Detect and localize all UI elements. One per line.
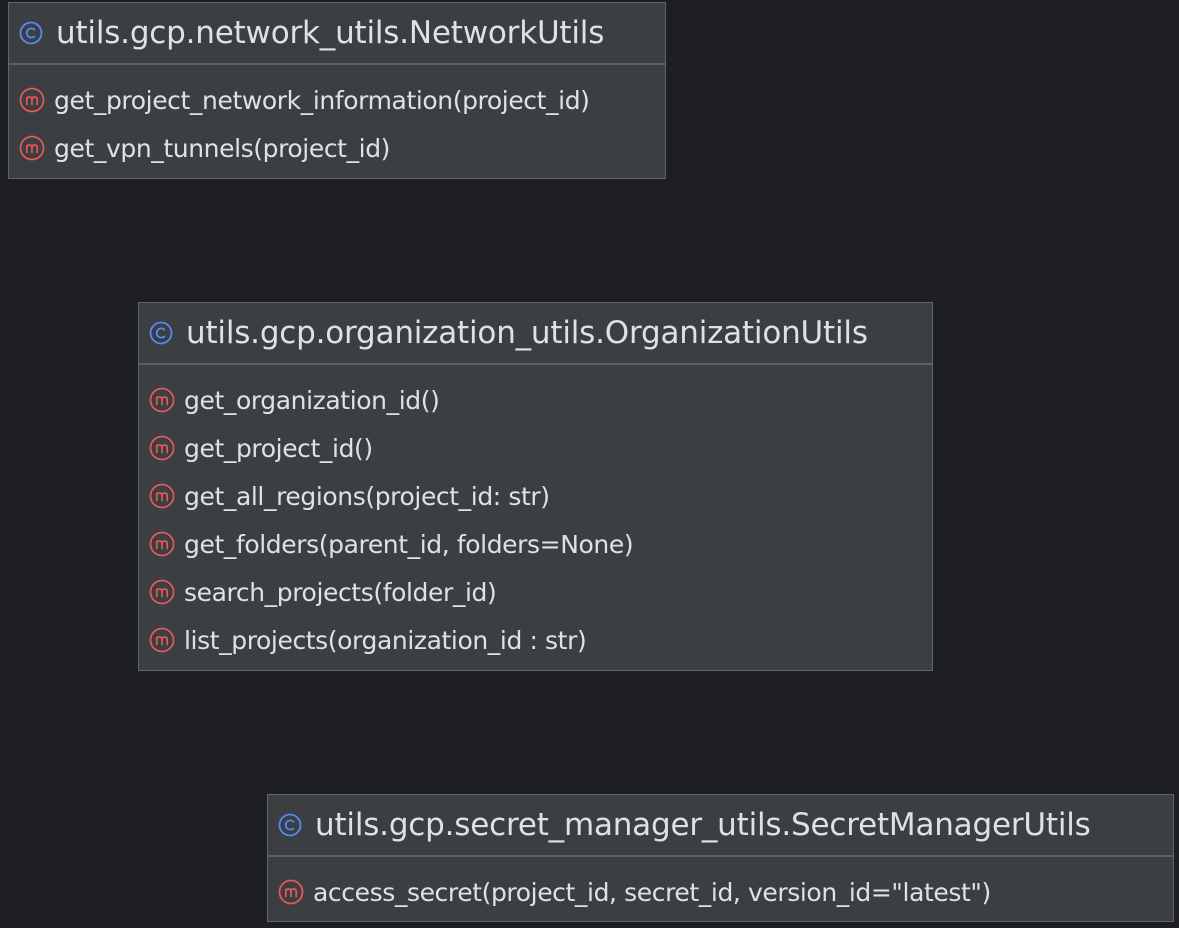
class-title: utils.gcp.organization_utils.Organizatio… (186, 315, 868, 351)
class-icon (278, 813, 302, 837)
method-icon (149, 531, 175, 557)
class-header: utils.gcp.secret_manager_utils.SecretMan… (268, 795, 1173, 857)
class-box-secret-manager-utils[interactable]: utils.gcp.secret_manager_utils.SecretMan… (267, 794, 1174, 922)
method-row[interactable]: get_project_network_information(project_… (9, 76, 665, 124)
method-signature: search_projects(folder_id) (184, 577, 497, 607)
method-list: get_project_network_information(project_… (9, 65, 665, 172)
method-row[interactable]: get_vpn_tunnels(project_id) (9, 124, 665, 172)
method-icon (149, 387, 175, 413)
method-signature: access_secret(project_id, secret_id, ver… (313, 877, 991, 907)
class-title: utils.gcp.network_utils.NetworkUtils (56, 15, 605, 51)
method-row[interactable]: get_folders(parent_id, folders=None) (139, 520, 932, 568)
method-list: access_secret(project_id, secret_id, ver… (268, 857, 1173, 916)
method-signature: get_folders(parent_id, folders=None) (184, 529, 634, 559)
class-icon (19, 21, 43, 45)
method-row[interactable]: get_organization_id() (139, 376, 932, 424)
method-icon (149, 435, 175, 461)
method-row[interactable]: search_projects(folder_id) (139, 568, 932, 616)
method-signature: get_vpn_tunnels(project_id) (54, 133, 391, 163)
class-box-network-utils[interactable]: utils.gcp.network_utils.NetworkUtils get… (8, 2, 666, 179)
method-icon (278, 879, 304, 905)
class-header: utils.gcp.network_utils.NetworkUtils (9, 3, 665, 65)
method-signature: get_project_id() (184, 433, 373, 463)
class-icon (149, 321, 173, 345)
method-row[interactable]: access_secret(project_id, secret_id, ver… (268, 868, 1173, 916)
method-list: get_organization_id() get_project_id() g… (139, 365, 932, 664)
method-signature: get_project_network_information(project_… (54, 85, 590, 115)
method-icon (149, 483, 175, 509)
method-signature: get_organization_id() (184, 385, 440, 415)
class-title: utils.gcp.secret_manager_utils.SecretMan… (315, 807, 1091, 843)
method-icon (149, 579, 175, 605)
method-icon (19, 87, 45, 113)
class-box-organization-utils[interactable]: utils.gcp.organization_utils.Organizatio… (138, 302, 933, 671)
method-signature: get_all_regions(project_id: str) (184, 481, 550, 511)
method-icon (149, 627, 175, 653)
diagram-canvas: utils.gcp.network_utils.NetworkUtils get… (0, 0, 1179, 928)
method-signature: list_projects(organization_id : str) (184, 625, 587, 655)
method-row[interactable]: list_projects(organization_id : str) (139, 616, 932, 664)
class-header: utils.gcp.organization_utils.Organizatio… (139, 303, 932, 365)
method-row[interactable]: get_all_regions(project_id: str) (139, 472, 932, 520)
method-icon (19, 135, 45, 161)
method-row[interactable]: get_project_id() (139, 424, 932, 472)
